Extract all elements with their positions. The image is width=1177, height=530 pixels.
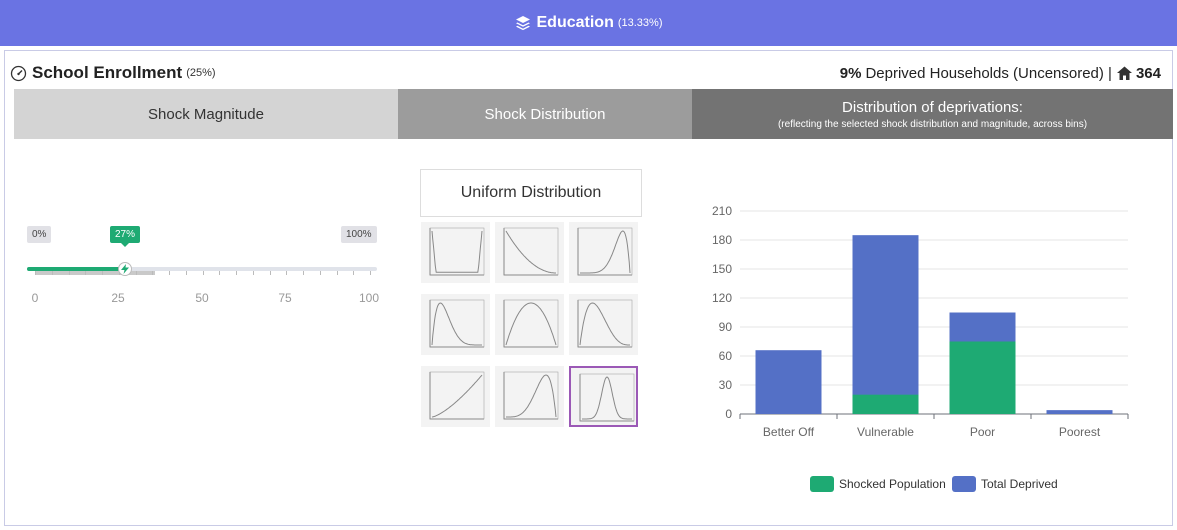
slider-scale-50: 50 xyxy=(195,291,209,305)
slider-tick xyxy=(152,271,154,275)
y-tick-label: 30 xyxy=(719,378,733,392)
slider-tick xyxy=(51,271,53,275)
slider-tick xyxy=(135,271,137,275)
slider-tick xyxy=(219,271,221,275)
distribution-thumb-bell[interactable] xyxy=(569,366,638,427)
slider-tick xyxy=(286,271,288,275)
slider-tick xyxy=(336,271,338,275)
bar-total-deprived xyxy=(1046,410,1113,414)
y-tick-label: 150 xyxy=(712,262,732,276)
distribution-curve xyxy=(431,302,482,346)
deprived-label: Deprived Households (Uncensored) | xyxy=(865,64,1112,82)
x-category-label: Poor xyxy=(970,425,995,439)
distribution-thumb-left-skew-peak[interactable] xyxy=(421,294,490,355)
deprivation-bar-chart: 0 30 60 90 120 150 180 210 Better Off Vulnerable P… xyxy=(712,204,1129,492)
slider-scale-75: 75 xyxy=(278,291,292,305)
indicator-header: School Enrollment (25%) xyxy=(10,60,216,86)
section-title: Education xyxy=(536,14,614,31)
selected-distribution-button[interactable]: Uniform Distribution xyxy=(420,169,642,217)
section-weight: (13.33%) xyxy=(617,17,663,29)
slider-scale-25: 25 xyxy=(111,291,125,305)
distribution-curve xyxy=(580,230,631,274)
distribution-curve xyxy=(431,374,483,418)
slider-scale-0: 0 xyxy=(31,291,39,305)
slider-tick xyxy=(353,271,355,275)
section-header: Education (13.33%) xyxy=(0,0,1177,46)
slider-tick xyxy=(319,271,321,275)
indicator-weight: (25%) xyxy=(186,67,216,79)
y-tick-label: 60 xyxy=(719,349,733,363)
slider-value-label: 27% xyxy=(110,226,141,247)
slider-scale-100: 100 xyxy=(358,291,380,305)
y-tick-label: 210 xyxy=(712,204,732,218)
tab-shock-magnitude-label: Shock Magnitude xyxy=(148,105,264,123)
selected-distribution-label: Uniform Distribution xyxy=(460,184,602,201)
slider-tick xyxy=(85,271,87,275)
slider-tick xyxy=(252,271,254,275)
x-category-label: Poorest xyxy=(1059,425,1101,439)
bar-total-deprived xyxy=(852,235,919,414)
slider-fill xyxy=(27,267,126,271)
slider-tick xyxy=(303,271,304,275)
gauge-icon xyxy=(10,65,27,81)
deprivations-title: Distribution of deprivations: xyxy=(842,98,1023,116)
distribution-curve xyxy=(505,230,556,274)
legend-label: Shocked Population xyxy=(839,477,946,491)
distribution-thumb-symmetric-arc[interactable] xyxy=(495,294,564,355)
slider-shadow xyxy=(35,271,155,275)
slider-min-label: 0% xyxy=(27,226,52,243)
legend-swatch xyxy=(810,476,834,492)
distribution-thumb-decreasing[interactable] xyxy=(495,222,564,283)
bar-shocked-population xyxy=(852,394,919,414)
slider-max-label: 100% xyxy=(341,226,377,243)
slider-tick xyxy=(202,271,204,275)
home-icon xyxy=(1116,66,1132,80)
y-tick-label: 0 xyxy=(725,407,732,421)
y-tick-label: 180 xyxy=(712,233,732,247)
indicator-title: School Enrollment xyxy=(32,63,183,82)
layers-icon xyxy=(515,16,530,31)
slider-tick xyxy=(169,271,170,275)
tab-shock-magnitude[interactable]: Shock Magnitude xyxy=(14,89,398,139)
distribution-curve xyxy=(582,376,632,420)
distribution-thumb-right-peak[interactable] xyxy=(569,222,638,283)
household-count: 364 xyxy=(1135,64,1161,82)
bar-shocked-population xyxy=(949,341,1016,414)
deprived-percent: 9% xyxy=(839,64,862,82)
distribution-curve xyxy=(505,302,557,346)
bolt-icon xyxy=(121,264,130,274)
bar-total-deprived xyxy=(755,350,822,414)
tab-shock-distribution-label: Shock Distribution xyxy=(484,105,606,123)
distribution-curve xyxy=(579,302,630,346)
slider-tick xyxy=(236,271,237,275)
tab-deprivations: Distribution of deprivations: (reflectin… xyxy=(692,89,1173,139)
legend-swatch xyxy=(952,476,976,492)
distribution-thumb-increasing[interactable] xyxy=(421,366,490,427)
deprived-households-info: 9% Deprived Households (Uncensored) | 36… xyxy=(840,60,1165,86)
distribution-curve xyxy=(431,230,483,273)
y-tick-label: 90 xyxy=(719,320,733,334)
distribution-thumb-u-shape[interactable] xyxy=(421,222,490,283)
legend-label: Total Deprived xyxy=(981,477,1058,491)
slider-tick xyxy=(269,271,271,275)
distribution-thumb-right-skew-peak[interactable] xyxy=(495,366,564,427)
slider-tick xyxy=(102,271,103,275)
slider-tick xyxy=(370,271,371,275)
distribution-thumb-left-peak[interactable] xyxy=(569,294,638,355)
distribution-curve xyxy=(506,374,557,418)
y-tick-label: 120 xyxy=(712,291,732,305)
slider-tick xyxy=(68,271,70,275)
deprivations-subtitle: (reflecting the selected shock distribut… xyxy=(777,118,1088,130)
slider-tick xyxy=(185,271,187,275)
tab-shock-distribution[interactable]: Shock Distribution xyxy=(398,89,692,139)
x-category-label: Vulnerable xyxy=(857,425,914,439)
x-category-label: Better Off xyxy=(763,425,815,439)
slider-tick xyxy=(35,271,36,275)
